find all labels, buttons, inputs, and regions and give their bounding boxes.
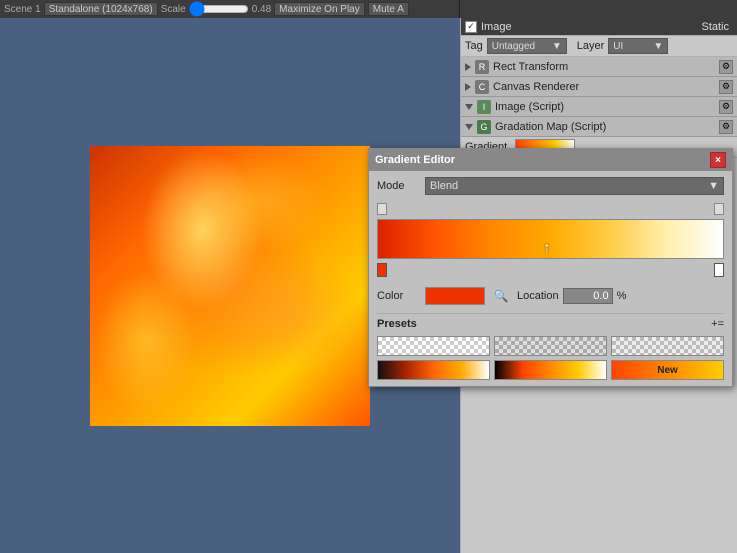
image-script-arrow <box>465 104 473 110</box>
ge-preset-new[interactable]: New <box>611 360 724 380</box>
ge-alpha-stop-row <box>377 203 724 217</box>
image-script-header[interactable]: I Image (Script) ⚙ <box>461 97 737 117</box>
rect-transform-arrow <box>465 63 471 71</box>
ge-mode-row: Mode Blend ▼ <box>377 177 724 195</box>
scene-toolbar: Scene 1 Standalone (1024x768) Scale 0.48… <box>0 0 460 18</box>
gradation-map-header[interactable]: G Gradation Map (Script) ⚙ <box>461 117 737 137</box>
image-script-icon: I <box>477 100 491 114</box>
scale-label: Scale <box>161 4 186 15</box>
canvas-renderer-header[interactable]: C Canvas Renderer ⚙ <box>461 77 737 97</box>
gradation-map-label: Gradation Map (Script) <box>495 121 606 133</box>
ge-preset-3[interactable] <box>611 336 724 356</box>
tag-dropdown-arrow: ▼ <box>552 41 562 52</box>
ge-preset-4[interactable] <box>377 360 490 380</box>
inspector-topbar <box>460 0 737 18</box>
mute-btn[interactable]: Mute A <box>368 2 409 16</box>
ge-eyedropper-icon[interactable]: 🔍 <box>493 288 509 304</box>
ge-percent-label: % <box>617 290 627 302</box>
ge-titlebar: Gradient Editor × <box>369 149 732 171</box>
canvas-renderer-arrow <box>465 83 471 91</box>
rect-settings-icon[interactable]: ⚙ <box>719 60 733 74</box>
ge-color-stop-row <box>377 261 724 279</box>
rect-transform-label: Rect Transform <box>493 61 568 73</box>
ge-mode-dropdown[interactable]: Blend ▼ <box>425 177 724 195</box>
gradient-editor: Gradient Editor × Mode Blend ▼ ↑ <box>368 148 733 387</box>
ge-mode-label: Mode <box>377 180 417 192</box>
ge-alpha-stop-left[interactable] <box>377 203 387 215</box>
fire-preview <box>90 146 370 426</box>
rect-transform-icon: R <box>475 60 489 74</box>
layer-dropdown[interactable]: UI ▼ <box>608 38 668 54</box>
scene-tab-label[interactable]: Scene 1 <box>4 4 41 15</box>
image-settings-icon[interactable]: ⚙ <box>719 100 733 114</box>
canvas-settings-icon[interactable]: ⚙ <box>719 80 733 94</box>
ge-location-input[interactable] <box>563 288 613 304</box>
static-label: Static <box>697 21 733 33</box>
ge-preset-5[interactable] <box>494 360 607 380</box>
ge-color-row: Color 🔍 Location % <box>377 287 724 305</box>
ge-color-stop-right[interactable] <box>714 263 724 277</box>
ge-mode-dropdown-arrow: ▼ <box>708 180 719 192</box>
ge-presets-header: Presets += <box>377 318 724 330</box>
tag-value: Untagged <box>492 41 535 52</box>
ge-location-label: Location <box>517 290 559 302</box>
ge-gradient-bar[interactable]: ↑ <box>377 219 724 259</box>
ge-presets-add-btn[interactable]: += <box>711 318 724 330</box>
top-bar: Scene 1 Standalone (1024x768) Scale 0.48… <box>0 0 737 18</box>
ge-close-button[interactable]: × <box>710 152 726 168</box>
layer-value: UI <box>613 41 623 52</box>
scale-slider[interactable] <box>189 4 249 14</box>
gradation-map-arrow <box>465 124 473 130</box>
canvas-renderer-label: Canvas Renderer <box>493 81 579 93</box>
image-active-checkbox[interactable]: ✓ <box>465 21 477 33</box>
ge-color-swatch[interactable] <box>425 287 485 305</box>
ge-location-row: Location % <box>517 288 626 304</box>
ge-divider <box>377 313 724 314</box>
gradation-map-icon: G <box>477 120 491 134</box>
ge-new-label: New <box>657 365 678 376</box>
ge-alpha-stop-right[interactable] <box>714 203 724 215</box>
tag-layer-row: Tag Untagged ▼ Layer UI ▼ <box>461 36 737 57</box>
tag-dropdown[interactable]: Untagged ▼ <box>487 38 567 54</box>
rect-transform-header[interactable]: R Rect Transform ⚙ <box>461 57 737 77</box>
tag-label: Tag <box>465 40 483 52</box>
image-component-name: Image <box>481 21 693 33</box>
maximize-btn[interactable]: Maximize On Play <box>274 2 365 16</box>
scale-value: 0.48 <box>252 4 271 15</box>
image-script-label: Image (Script) <box>495 101 564 113</box>
image-name-row: ✓ Image Static <box>461 18 737 36</box>
ge-cursor-indicator: ↑ <box>543 240 551 258</box>
ge-preset-1[interactable] <box>377 336 490 356</box>
ge-color-stop-left[interactable] <box>377 263 387 277</box>
gradation-settings-icon[interactable]: ⚙ <box>719 120 733 134</box>
ge-color-label: Color <box>377 290 417 302</box>
ge-mode-value: Blend <box>430 180 458 192</box>
layer-dropdown-arrow: ▼ <box>653 41 663 52</box>
canvas-renderer-icon: C <box>475 80 489 94</box>
ge-presets-label: Presets <box>377 318 417 330</box>
ge-body: Mode Blend ▼ ↑ Color 🔍 Locatio <box>369 171 732 386</box>
standalone-dropdown[interactable]: Standalone (1024x768) <box>44 2 158 16</box>
ge-presets-grid: New <box>377 336 724 380</box>
ge-preset-2[interactable] <box>494 336 607 356</box>
layer-label: Layer <box>577 40 605 52</box>
ge-title: Gradient Editor <box>375 154 455 166</box>
